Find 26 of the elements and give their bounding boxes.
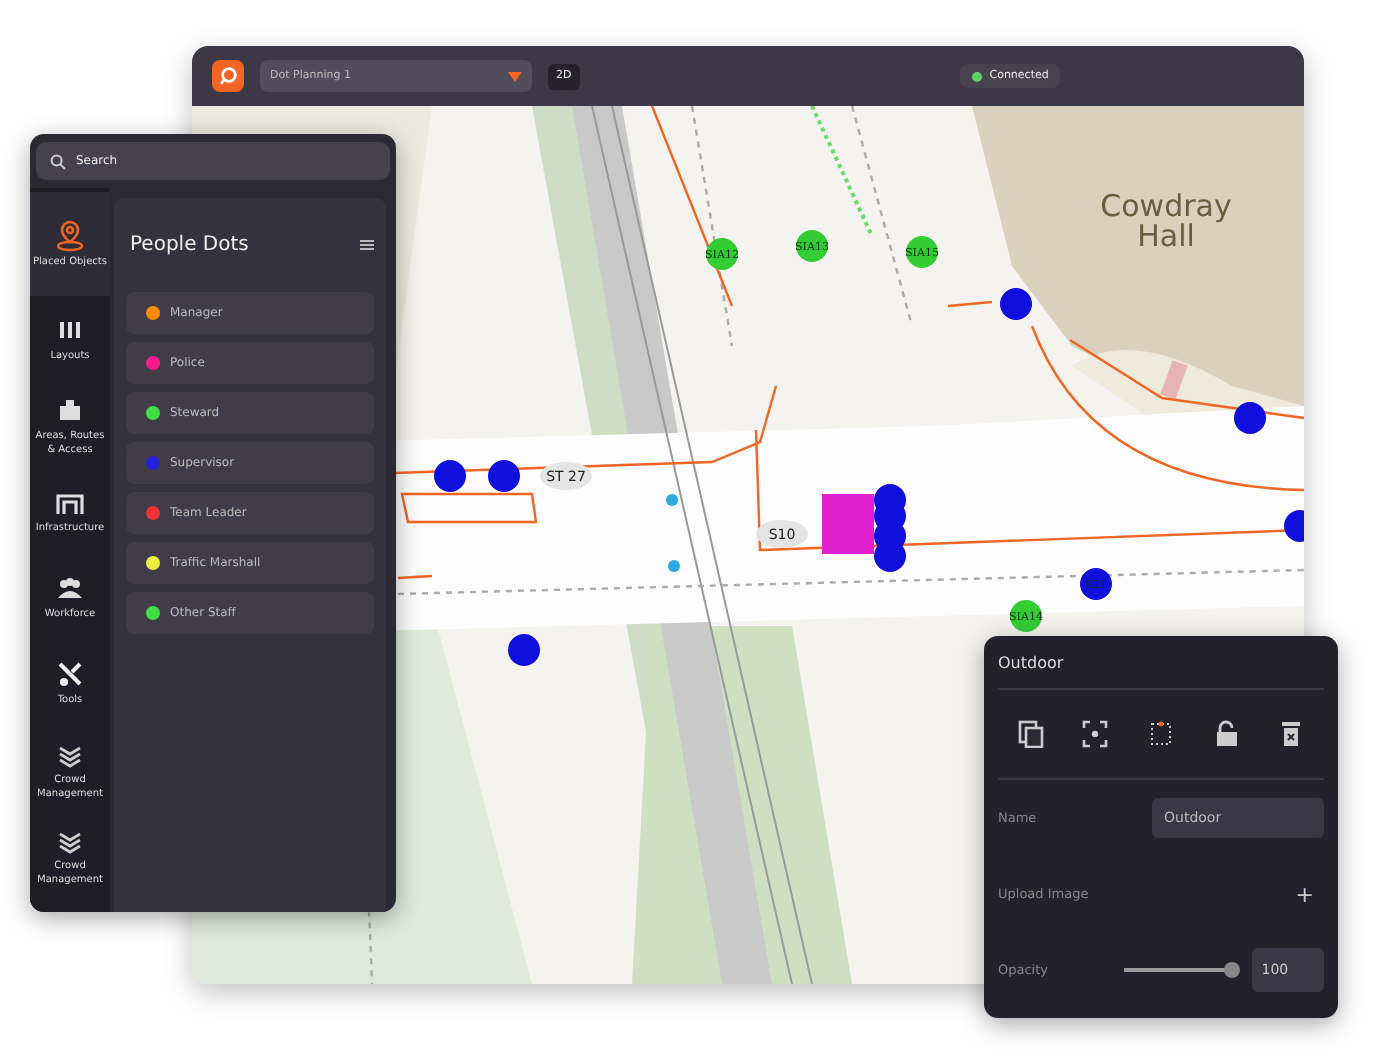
lock-icon[interactable] (1213, 720, 1240, 748)
person-marker[interactable] (434, 460, 466, 492)
map-point[interactable] (668, 560, 680, 572)
opacity-slider[interactable] (1123, 962, 1236, 978)
panel-title: Outdoor (998, 636, 1324, 690)
person-marker[interactable] (488, 460, 520, 492)
dotted-square-icon[interactable] (1147, 720, 1174, 748)
logo-icon[interactable] (212, 60, 244, 92)
person-marker[interactable] (508, 634, 540, 666)
tools-icon (54, 658, 86, 691)
caret-icon (508, 71, 522, 81)
slider-thumb[interactable] (1223, 962, 1240, 978)
person-marker[interactable] (1234, 402, 1266, 434)
building-label: Cowdray (1100, 188, 1232, 224)
search-icon (50, 153, 66, 169)
list-icon[interactable] (360, 240, 374, 250)
person-marker[interactable] (1284, 510, 1304, 542)
delete-icon[interactable] (1278, 720, 1305, 748)
copy-icon[interactable] (1017, 720, 1044, 748)
location-pin-icon (54, 219, 86, 252)
focus-icon[interactable] (1082, 720, 1109, 748)
person-marker[interactable] (1000, 288, 1032, 320)
building-label: Hall (1137, 218, 1195, 254)
person-marker[interactable] (874, 540, 906, 572)
map-point[interactable] (666, 494, 678, 506)
sign-icon (54, 394, 86, 426)
